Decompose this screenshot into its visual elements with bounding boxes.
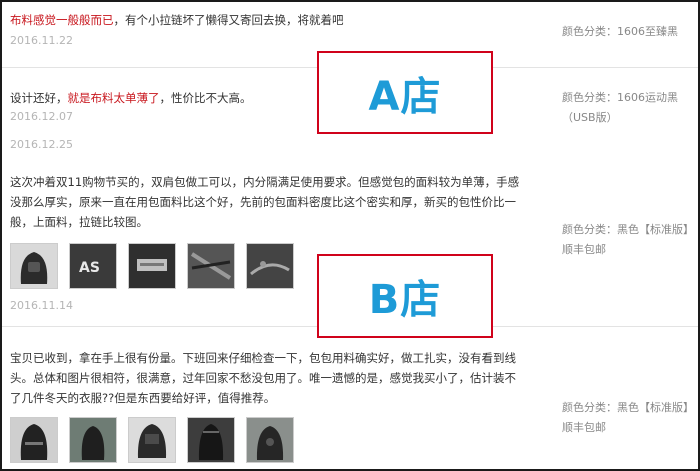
review-1-rest: ，有个小拉链坏了懒得又寄回去换，将就着吧 [113, 13, 344, 27]
review-1-highlight: 布料感觉一般般而已 [10, 13, 114, 27]
review-3-date: 2016.11.14 [10, 299, 73, 312]
review-3-thumb-3[interactable] [128, 243, 176, 289]
review-4-text: 宝贝已收到，拿在手上很有份量。下班回来仔细检查一下，包包用料确实好，做工扎实，没… [10, 351, 516, 405]
review-4-thumb-2[interactable] [69, 417, 117, 463]
review-1-spec-value: 1606至臻黑 [617, 25, 678, 38]
callout-a-label: A店 [368, 73, 442, 120]
review-3-thumb-2[interactable]: AS [69, 243, 117, 289]
review-2-spec-label: 颜色分类： [562, 91, 617, 104]
review-4-thumbnails [10, 417, 294, 463]
review-2-date: 2016.12.07 [10, 110, 73, 123]
review-4-thumb-1[interactable] [10, 417, 58, 463]
review-2-text: 设计还好，就是布料太单薄了，性价比不大高。 [10, 88, 252, 108]
review-list: 布料感觉一般般而已，有个小拉链坏了懒得又寄回去换，将就着吧 2016.11.22… [0, 0, 700, 471]
review-2-after: ，性价比不大高。 [159, 91, 252, 105]
review-1-date: 2016.11.22 [10, 34, 73, 47]
review-2-date-extra: 2016.12.25 [10, 138, 73, 151]
review-3-spec: 颜色分类：黑色【标准版】顺丰包邮 [562, 220, 694, 260]
review-3-thumb-4[interactable] [187, 243, 235, 289]
callout-b-label: B店 [368, 277, 442, 323]
review-4-thumb-4[interactable] [187, 417, 235, 463]
callout-a-store: A店 [317, 51, 493, 134]
review-3-thumbnails: AS [10, 243, 294, 289]
review-1-spec-label: 颜色分类： [562, 25, 617, 38]
review-2-highlight: 就是布料太单薄了 [67, 91, 160, 105]
review-4-spec: 颜色分类：黑色【标准版】顺丰包邮 [562, 398, 694, 438]
review-4-spec-label: 颜色分类： [562, 401, 617, 414]
review-3-thumb-5[interactable] [246, 243, 294, 289]
review-3-spec-label: 颜色分类： [562, 223, 617, 236]
review-1-spec: 颜色分类：1606至臻黑 [562, 22, 696, 42]
svg-text:AS: AS [79, 260, 100, 276]
review-2-before: 设计还好， [10, 91, 68, 105]
review-3-thumb-1[interactable] [10, 243, 58, 289]
review-2-spec: 颜色分类：1606运动黑（USB版） [562, 88, 694, 128]
review-4-thumb-5[interactable] [246, 417, 294, 463]
review-4-thumb-3[interactable] [128, 417, 176, 463]
review-1-text: 布料感觉一般般而已，有个小拉链坏了懒得又寄回去换，将就着吧 [10, 10, 344, 30]
review-3-text: 这次冲着双11购物节买的，双肩包做工可以，内分隔满足使用要求。但感觉包的面料较为… [10, 175, 520, 229]
callout-b-store: B店 [317, 254, 493, 338]
